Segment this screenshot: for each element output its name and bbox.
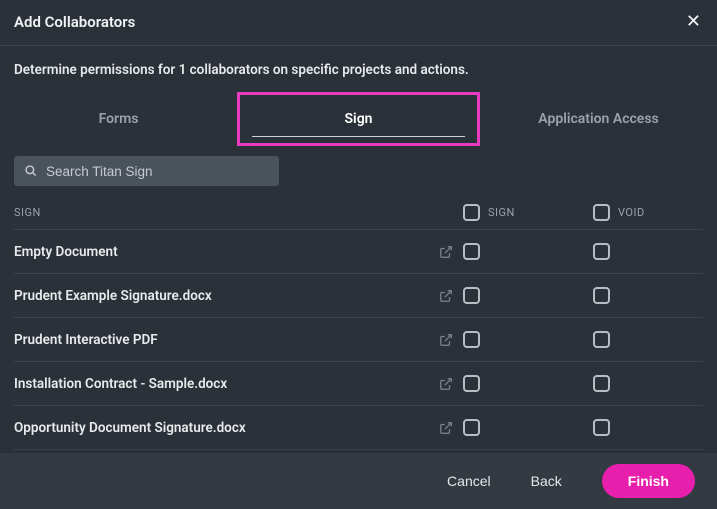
checkbox-void[interactable] (593, 287, 610, 304)
tab-label: Sign (345, 111, 373, 127)
back-button[interactable]: Back (531, 473, 562, 489)
column-header-void-label: VOID (618, 206, 645, 219)
checkbox-sign[interactable] (463, 287, 480, 304)
tab-label: Application Access (538, 111, 658, 127)
checkbox-sign-all[interactable] (463, 204, 480, 221)
checkbox-sign[interactable] (463, 331, 480, 348)
open-external-icon[interactable] (439, 245, 453, 259)
checkbox-void-all[interactable] (593, 204, 610, 221)
document-name: Installation Contract - Sample.docx (14, 376, 227, 392)
checkbox-sign[interactable] (463, 419, 480, 436)
dialog-subtitle: Determine permissions for 1 collaborator… (0, 46, 717, 92)
search-icon (24, 164, 38, 178)
tabs: Forms Sign Application Access (0, 92, 717, 146)
checkbox-void[interactable] (593, 375, 610, 392)
tab-application-access[interactable]: Application Access (480, 92, 717, 146)
document-name: Empty Document (14, 244, 118, 260)
tab-sign[interactable]: Sign (237, 92, 480, 146)
table-row: Empty Document (14, 230, 703, 274)
tab-forms[interactable]: Forms (0, 92, 237, 146)
document-name: Prudent Example Signature.docx (14, 288, 212, 304)
checkbox-void[interactable] (593, 331, 610, 348)
tab-label: Forms (99, 111, 139, 127)
open-external-icon[interactable] (439, 421, 453, 435)
search-input-wrap[interactable] (14, 156, 279, 186)
dialog-footer: Cancel Back Finish (0, 453, 717, 509)
cancel-button[interactable]: Cancel (447, 473, 491, 489)
open-external-icon[interactable] (439, 377, 453, 391)
column-header-void: VOID (593, 204, 703, 221)
table-header: SIGN SIGN VOID (14, 196, 703, 230)
table-row: Prudent Example Signature.docx (14, 274, 703, 318)
search-input[interactable] (46, 164, 269, 179)
checkbox-void[interactable] (593, 243, 610, 260)
search-container (0, 146, 717, 196)
tab-underline (252, 136, 465, 137)
open-external-icon[interactable] (439, 333, 453, 347)
column-header-name: SIGN (14, 206, 463, 219)
table-row: Prudent Interactive PDF (14, 318, 703, 362)
open-external-icon[interactable] (439, 289, 453, 303)
close-icon[interactable]: ✕ (686, 13, 701, 31)
column-header-sign-label: SIGN (488, 206, 515, 219)
checkbox-sign[interactable] (463, 243, 480, 260)
documents-table: SIGN SIGN VOID Empty Document Prudent Exa… (0, 196, 717, 450)
dialog-header: Add Collaborators ✕ (0, 0, 717, 46)
dialog-title: Add Collaborators (14, 13, 135, 31)
column-header-sign: SIGN (463, 204, 593, 221)
table-row: Opportunity Document Signature.docx (14, 406, 703, 450)
finish-button[interactable]: Finish (602, 464, 695, 498)
checkbox-void[interactable] (593, 419, 610, 436)
document-name: Prudent Interactive PDF (14, 332, 158, 348)
checkbox-sign[interactable] (463, 375, 480, 392)
document-name: Opportunity Document Signature.docx (14, 420, 246, 436)
table-row: Installation Contract - Sample.docx (14, 362, 703, 406)
